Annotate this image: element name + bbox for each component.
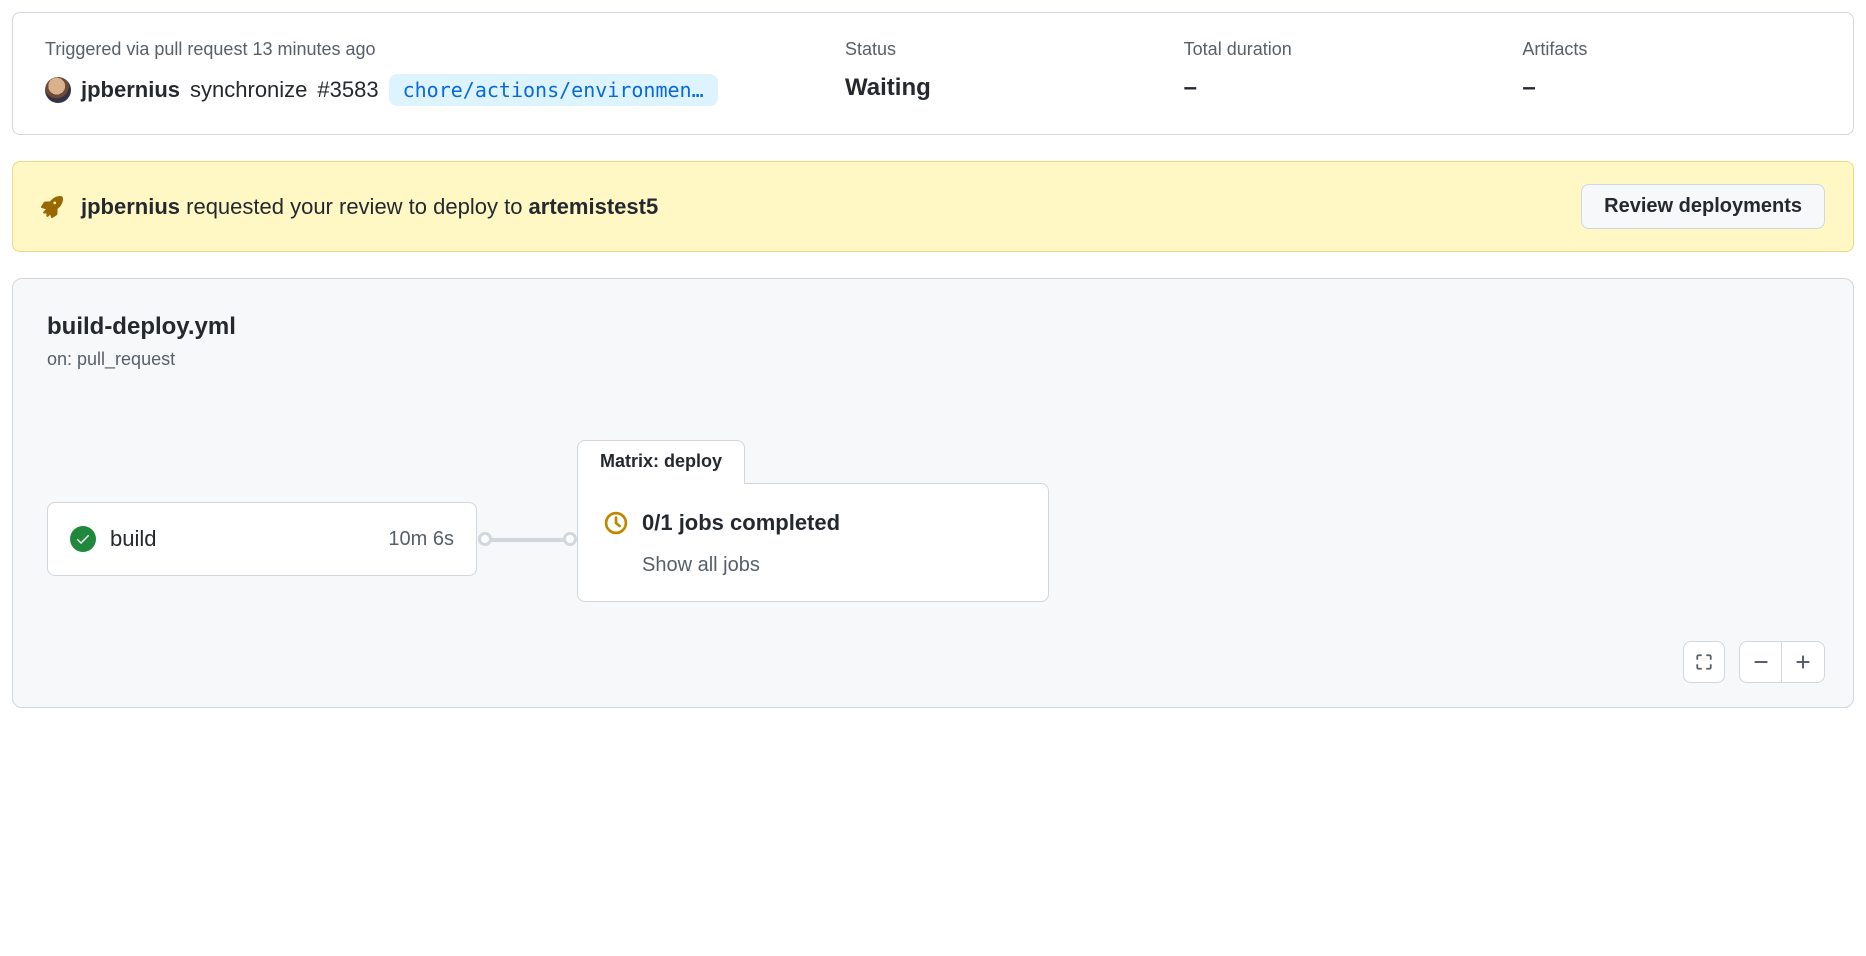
connector-dot — [478, 532, 492, 546]
fit-to-screen-button[interactable] — [1683, 641, 1725, 683]
matrix-status: 0/1 jobs completed — [642, 510, 840, 536]
banner-env[interactable]: artemistest5 — [529, 194, 659, 219]
workflow-on: on: pull_request — [47, 349, 1819, 370]
rocket-icon — [41, 196, 63, 218]
duration-label: Total duration — [1184, 39, 1483, 60]
pr-link[interactable]: #3583 — [317, 77, 378, 103]
trigger-action: synchronize — [190, 77, 307, 103]
show-all-jobs-link[interactable]: Show all jobs — [642, 554, 1022, 577]
workflow-file: build-deploy.yml — [47, 313, 1819, 341]
branch-pill[interactable]: chore/actions/environmen… — [389, 74, 718, 106]
job-build-name: build — [110, 526, 374, 552]
banner-text: jpbernius requested your review to deplo… — [81, 194, 1563, 220]
zoom-controls — [1683, 641, 1825, 683]
banner-actor[interactable]: jpbernius — [81, 194, 180, 219]
zoom-in-button[interactable] — [1782, 641, 1824, 683]
connector-dot — [563, 532, 577, 546]
job-build[interactable]: build 10m 6s — [47, 502, 477, 576]
run-summary: Triggered via pull request 13 minutes ag… — [12, 12, 1854, 135]
matrix-tab-label: Matrix: deploy — [577, 440, 745, 484]
banner-mid: requested your review to deploy to — [180, 194, 529, 219]
avatar[interactable] — [45, 77, 71, 103]
review-deployments-button[interactable]: Review deployments — [1581, 184, 1825, 229]
artifacts-value: – — [1522, 74, 1821, 102]
artifacts-label: Artifacts — [1522, 39, 1821, 60]
check-circle-icon — [70, 526, 96, 552]
workflow-graph[interactable]: build 10m 6s Matrix: deploy 0/1 jobs com… — [47, 440, 1819, 660]
job-matrix-deploy[interactable]: Matrix: deploy 0/1 jobs completed Show a… — [577, 440, 1049, 602]
zoom-out-button[interactable] — [1740, 641, 1782, 683]
duration-value: – — [1184, 74, 1483, 102]
job-build-duration: 10m 6s — [388, 528, 454, 551]
connector-line — [485, 538, 569, 542]
artifacts-col: Artifacts – — [1522, 39, 1821, 106]
workflow-panel: build-deploy.yml on: pull_request build … — [12, 278, 1854, 708]
review-banner: jpbernius requested your review to deplo… — [12, 161, 1854, 252]
status-value: Waiting — [845, 74, 1144, 102]
trigger-block: Triggered via pull request 13 minutes ag… — [45, 39, 805, 106]
trigger-line: Triggered via pull request 13 minutes ag… — [45, 39, 805, 60]
status-label: Status — [845, 39, 1144, 60]
duration-col: Total duration – — [1184, 39, 1483, 106]
actor-name[interactable]: jpbernius — [81, 77, 180, 103]
status-col: Status Waiting — [845, 39, 1144, 106]
clock-icon — [604, 511, 628, 535]
